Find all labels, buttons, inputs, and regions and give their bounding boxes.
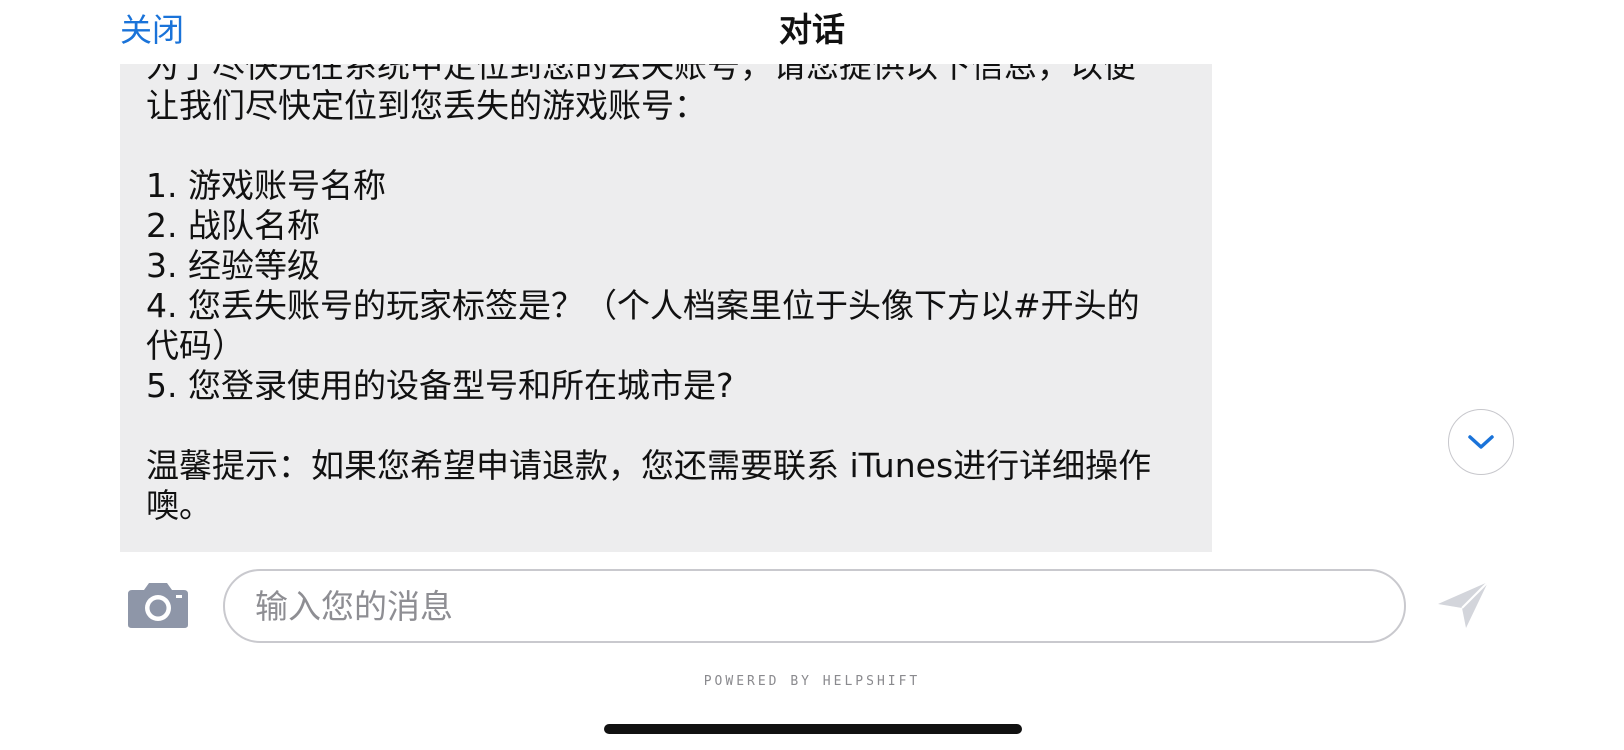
chevron-down-icon <box>1468 435 1494 449</box>
message-line: 温馨提示：如果您希望申请退款，您还需要联系 iTunes进行详细操作 <box>146 446 1152 485</box>
message-line: 噢。 <box>146 486 212 525</box>
message-line: 4. 您丢失账号的玩家标签是？（个人档案里位于头像下方以#开头的 <box>146 286 1140 325</box>
nav-header: 关闭 对话 <box>0 0 1624 64</box>
send-button[interactable] <box>1436 578 1492 632</box>
message-bubble: 为了尽快完在系统中定位到您的丢失账号，请您提供以下信息，以便 让我们尽快定位到您… <box>120 20 1212 552</box>
message-input[interactable] <box>223 569 1406 643</box>
message-line: 1. 游戏账号名称 <box>146 166 386 205</box>
message-line <box>146 406 1184 446</box>
send-icon <box>1438 581 1489 628</box>
message-line: 代码） <box>146 326 245 365</box>
page-title: 对话 <box>779 10 845 49</box>
camera-icon <box>128 583 188 628</box>
message-line <box>146 126 1184 166</box>
scroll-to-bottom-button[interactable] <box>1448 409 1514 475</box>
powered-by-label: POWERED BY HELPSHIFT <box>703 674 921 689</box>
home-indicator[interactable] <box>604 724 1022 734</box>
message-line: 3. 经验等级 <box>146 246 320 285</box>
message-line: 2. 战队名称 <box>146 206 320 245</box>
message-line: 5. 您登录使用的设备型号和所在城市是? <box>146 366 734 405</box>
message-line: 让我们尽快定位到您丢失的游戏账号： <box>146 86 707 125</box>
camera-button[interactable] <box>126 580 190 630</box>
